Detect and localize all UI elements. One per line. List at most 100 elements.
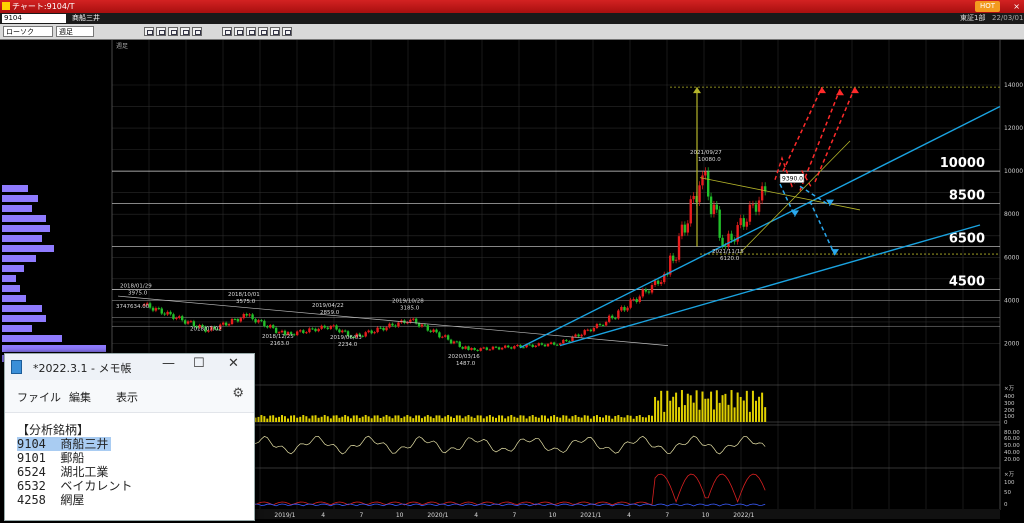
tool-fib-icon[interactable] xyxy=(270,27,280,36)
tool-grid-icon[interactable] xyxy=(168,27,178,36)
volume-bar xyxy=(680,390,683,422)
candle-body xyxy=(271,325,275,328)
date-tick-label: 10 xyxy=(702,512,710,519)
candle-body xyxy=(239,318,243,322)
tool-table-icon[interactable] xyxy=(180,27,190,36)
volume-bar xyxy=(602,417,605,422)
candle-body xyxy=(620,306,623,311)
tool-pan-icon[interactable] xyxy=(156,27,166,36)
volume-bar xyxy=(488,415,491,422)
candle-body xyxy=(432,329,435,332)
volume-bar xyxy=(540,415,543,422)
close-button[interactable]: × xyxy=(1013,0,1020,13)
menu-edit[interactable]: 編集 xyxy=(69,389,91,405)
candle-body xyxy=(537,343,541,346)
volume-bar xyxy=(644,417,647,422)
candle-body xyxy=(742,218,745,227)
hot-badge[interactable]: HOT xyxy=(974,1,1000,12)
notepad-text-area[interactable]: 【分析銘柄】 9104 商船三井 9101 郵船 6524 湖北工業 6532 … xyxy=(5,413,254,520)
menu-file[interactable]: ファイル xyxy=(17,389,61,405)
date-tick-label: 10 xyxy=(396,512,404,519)
candle-body xyxy=(589,329,593,332)
tool-text-icon[interactable] xyxy=(246,27,256,36)
symbol-code-input[interactable]: 9104 xyxy=(2,14,66,23)
menu-view[interactable]: 表示 xyxy=(116,389,138,405)
window-title: チャート:9104/T xyxy=(12,2,75,11)
volume-bar xyxy=(764,407,767,422)
candle-body xyxy=(540,343,544,345)
volume-bar xyxy=(635,416,638,422)
volume-bar xyxy=(614,416,617,422)
gear-icon[interactable]: ⚙ xyxy=(232,386,244,401)
annotation-price: 1487.0 xyxy=(456,361,476,367)
close-icon[interactable]: ✕ xyxy=(228,356,239,371)
volume-bar xyxy=(647,415,650,422)
chart-type-select[interactable]: ローソク xyxy=(3,26,53,37)
volume-bar xyxy=(290,415,293,422)
candle-body xyxy=(730,233,733,241)
volume-bar xyxy=(314,415,317,422)
volume-bar xyxy=(660,390,663,422)
osc2-axis-label: 100 xyxy=(1004,480,1015,486)
volume-bar xyxy=(715,390,718,422)
candle-body xyxy=(160,308,163,314)
tool-erase-icon[interactable] xyxy=(282,27,292,36)
date-tick-label: 4 xyxy=(627,512,631,519)
price-level-label: 6500 xyxy=(949,232,985,247)
volume-bar xyxy=(669,400,672,422)
candle-body xyxy=(488,349,492,351)
volume-bar xyxy=(464,416,467,422)
tool-arrow-icon[interactable] xyxy=(234,27,244,36)
note-line: 6524 湖北工業 xyxy=(17,465,109,479)
candle-body xyxy=(552,342,556,345)
tool-line-icon[interactable] xyxy=(222,27,232,36)
price-annotations: 2018/01/293975.0 2018/10/013575.0 2018/07/… xyxy=(116,150,744,367)
volume-bar xyxy=(654,396,657,422)
notepad-titlebar: *2022.3.1 - メモ帳 — ☐ ✕ xyxy=(5,354,254,380)
candle-body xyxy=(263,320,266,327)
uptrend-line xyxy=(559,224,981,347)
maximize-icon[interactable]: ☐ xyxy=(193,356,205,371)
volume-bar xyxy=(553,415,556,422)
annotation-date: 2018/10/01 xyxy=(228,292,260,298)
candle-body xyxy=(260,320,263,322)
candle-body xyxy=(757,200,761,212)
volume-bar xyxy=(420,418,423,422)
annotation-date: 2021/11/15 xyxy=(712,249,744,255)
candle-body xyxy=(644,289,648,292)
period-select[interactable]: 週足 xyxy=(56,26,94,37)
triangle-line-bottom xyxy=(739,140,851,254)
volume-bar xyxy=(519,415,522,422)
volume-bar xyxy=(761,392,764,422)
axis-tick-label: 14000 xyxy=(1004,82,1023,89)
volume-bar xyxy=(308,418,311,422)
candle-body xyxy=(311,328,314,330)
minimize-icon[interactable]: — xyxy=(162,356,175,371)
tool-zoom-icon[interactable] xyxy=(144,27,154,36)
volume-bar xyxy=(435,415,438,422)
osc2-axis-label: 0 xyxy=(1004,502,1008,508)
tool-measure-icon[interactable] xyxy=(258,27,268,36)
candle-body xyxy=(473,347,476,350)
tool-settings-icon[interactable] xyxy=(192,27,202,36)
volume-bar xyxy=(379,417,382,422)
candle-body xyxy=(367,330,370,333)
note-line-selected: 9104 商船三井 xyxy=(17,437,112,451)
date-tick-label: 7 xyxy=(512,512,516,519)
volume-bar xyxy=(272,415,275,422)
notepad-menubar: ファイル 編集 表示 ⚙ xyxy=(5,380,254,413)
candlesticks xyxy=(143,167,767,352)
candle-body xyxy=(224,322,228,326)
volume-bar xyxy=(686,393,689,422)
volume-bar xyxy=(663,411,666,422)
volume-bar xyxy=(349,418,352,422)
candle-body xyxy=(491,346,495,350)
candle-body xyxy=(435,329,438,333)
volume-bar xyxy=(347,416,350,422)
candle-body xyxy=(373,332,376,334)
candle-body xyxy=(635,299,638,302)
candle-body xyxy=(429,330,432,332)
app-icon xyxy=(2,2,10,10)
notepad-window[interactable]: *2022.3.1 - メモ帳 — ☐ ✕ ファイル 編集 表示 ⚙ 【分析銘柄… xyxy=(4,353,255,521)
profile-bar xyxy=(2,205,32,212)
